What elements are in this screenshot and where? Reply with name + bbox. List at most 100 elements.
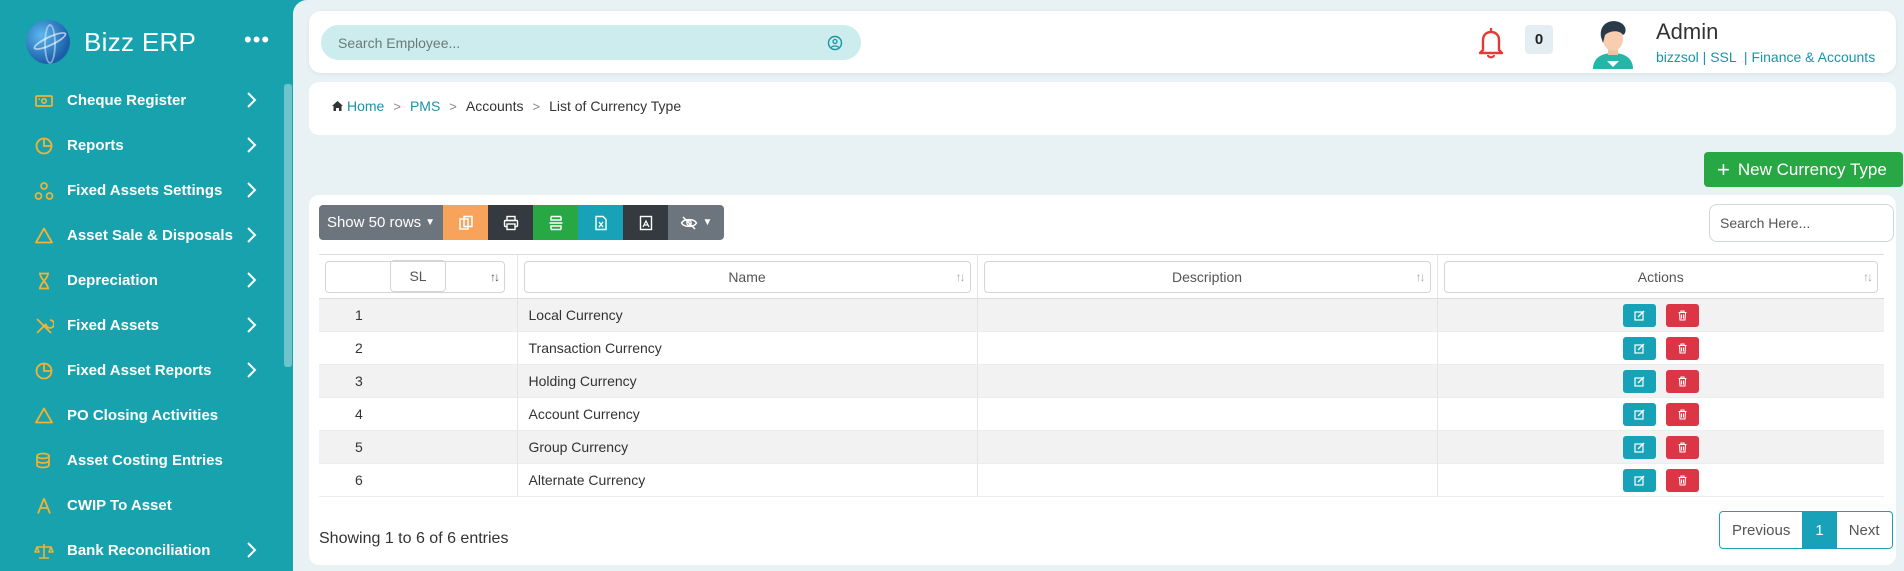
sidebar-item-bank-reconciliation[interactable]: Bank Reconciliation (0, 528, 285, 571)
breadcrumb-separator-icon: > (532, 98, 541, 114)
user-circle-icon[interactable] (827, 35, 843, 51)
sort-icon: ↑↓ (955, 269, 966, 284)
table-header-row: SL ↑↓ Name ↑↓ Description ↑↓ Actions ↑↓ (319, 254, 1884, 299)
breadcrumb-pms[interactable]: PMS (410, 98, 440, 114)
table-toolbar: Show 50 rows ▼ ▼ (319, 205, 724, 240)
name-header-label: Name (728, 268, 766, 285)
edit-button[interactable] (1622, 303, 1656, 327)
cell-description (977, 298, 1438, 332)
table-search-input[interactable] (1709, 204, 1894, 242)
sidebar: Bizz ERP ••• Cheque Register Reports Fix… (0, 0, 293, 571)
sidebar-item-po-closing-activities[interactable]: PO Closing Activities (0, 393, 285, 438)
column-header-description[interactable]: Description ↑↓ (977, 254, 1438, 299)
edit-icon (1634, 343, 1645, 354)
employee-search[interactable] (321, 25, 861, 60)
delete-button[interactable] (1665, 402, 1699, 426)
sort-icon: ↑↓ (1415, 269, 1426, 284)
sidebar-item-cheque-register[interactable]: Cheque Register (0, 78, 285, 123)
cell-name: Transaction Currency (517, 331, 978, 365)
cell-name: Account Currency (517, 397, 978, 431)
sidebar-item-fixed-assets-settings[interactable]: Fixed Assets Settings (0, 168, 285, 213)
new-currency-type-button[interactable]: + New Currency Type (1704, 152, 1903, 187)
trash-icon (1678, 309, 1687, 321)
breadcrumb-accounts: Accounts (465, 98, 524, 114)
pdf-button[interactable] (623, 205, 668, 240)
top-bar: 0 Admin bizzsol | SSL | Finance & Accoun… (309, 11, 1896, 73)
cell-name: Alternate Currency (517, 463, 978, 497)
more-dots-icon[interactable]: ••• (244, 29, 270, 51)
notification-count-badge[interactable]: 0 (1525, 25, 1553, 54)
edit-button[interactable] (1622, 402, 1656, 426)
delete-button[interactable] (1665, 435, 1699, 459)
breadcrumb: Home > PMS > Accounts > List of Currency… (331, 98, 681, 114)
edit-button[interactable] (1622, 336, 1656, 360)
employee-search-input[interactable] (338, 34, 818, 51)
chevron-right-icon (247, 92, 257, 108)
triangle-warning-icon (34, 226, 54, 246)
cell-sl: 4 (319, 397, 518, 431)
chevron-right-icon (247, 227, 257, 243)
copy-button[interactable] (443, 205, 488, 240)
next-page-button[interactable]: Next (1837, 512, 1892, 548)
delete-button[interactable] (1665, 369, 1699, 393)
sidebar-item-depreciation[interactable]: Depreciation (0, 258, 285, 303)
sidebar-nav: Cheque Register Reports Fixed Assets Set… (0, 78, 285, 571)
entries-info: Showing 1 to 6 of 6 entries (319, 530, 509, 547)
print-button[interactable] (488, 205, 533, 240)
page-1-button[interactable]: 1 (1802, 512, 1837, 548)
main-content: 0 Admin bizzsol | SSL | Finance & Accoun… (293, 0, 1904, 571)
edit-button[interactable] (1622, 435, 1656, 459)
sidebar-item-label: Asset Costing Entries (67, 452, 223, 469)
column-header-actions[interactable]: Actions ↑↓ (1437, 254, 1884, 299)
edit-button[interactable] (1622, 468, 1656, 492)
bell-icon[interactable] (1474, 25, 1508, 61)
currency-type-table: SL ↑↓ Name ↑↓ Description ↑↓ Actions ↑↓ 1 Lo… (319, 254, 1884, 497)
brand-name: Bizz ERP (84, 26, 197, 57)
cell-actions (1437, 430, 1884, 464)
edit-button[interactable] (1622, 369, 1656, 393)
cell-description (977, 364, 1438, 398)
sidebar-item-asset-sale-disposals[interactable]: Asset Sale & Disposals (0, 213, 285, 258)
trash-icon (1678, 474, 1687, 486)
sidebar-item-fixed-assets[interactable]: Fixed Assets (0, 303, 285, 348)
home-icon[interactable] (331, 100, 344, 112)
sidebar-item-asset-costing-entries[interactable]: Asset Costing Entries (0, 438, 285, 483)
triangle-warning-icon (34, 406, 54, 426)
delete-button[interactable] (1665, 468, 1699, 492)
pagination: Previous 1 Next (1719, 511, 1893, 549)
cell-actions (1437, 463, 1884, 497)
column-header-sl[interactable]: SL ↑↓ (319, 254, 518, 299)
show-rows-dropdown[interactable]: Show 50 rows ▼ (319, 205, 443, 240)
sidebar-scrollbar[interactable] (284, 84, 292, 367)
chevron-right-icon (247, 272, 257, 288)
actions-header-label: Actions (1637, 268, 1684, 285)
compass-icon (34, 496, 54, 516)
csv-button[interactable] (533, 205, 578, 240)
sidebar-item-label: CWIP To Asset (67, 497, 172, 514)
chevron-right-icon (247, 137, 257, 153)
column-header-name[interactable]: Name ↑↓ (517, 254, 978, 299)
edit-icon (1634, 442, 1645, 453)
table-row: 6 Alternate Currency (319, 463, 1884, 497)
user-info[interactable]: bizzsol | SSL | Finance & Accounts (1656, 49, 1875, 65)
brand[interactable]: Bizz ERP (26, 18, 196, 66)
cell-name: Group Currency (517, 430, 978, 464)
cell-actions (1437, 397, 1884, 431)
avatar[interactable] (1589, 17, 1637, 69)
cell-description (977, 430, 1438, 464)
trash-icon (1678, 441, 1687, 453)
sidebar-item-reports[interactable]: Reports (0, 123, 285, 168)
previous-page-button[interactable]: Previous (1720, 512, 1802, 548)
breadcrumb-home[interactable]: Home (347, 98, 384, 114)
cell-name: Local Currency (517, 298, 978, 332)
column-visibility-button[interactable]: ▼ (668, 205, 724, 240)
delete-button[interactable] (1665, 303, 1699, 327)
delete-button[interactable] (1665, 336, 1699, 360)
cell-name: Holding Currency (517, 364, 978, 398)
table-row: 1 Local Currency (319, 298, 1884, 332)
user-name: Admin (1656, 19, 1719, 44)
excel-button[interactable] (578, 205, 623, 240)
table-card: Show 50 rows ▼ ▼ Search Here... SL ↑↓ Na… (309, 195, 1896, 565)
sidebar-item-cwip-to-asset[interactable]: CWIP To Asset (0, 483, 285, 528)
sidebar-item-fixed-asset-reports[interactable]: Fixed Asset Reports (0, 348, 285, 393)
